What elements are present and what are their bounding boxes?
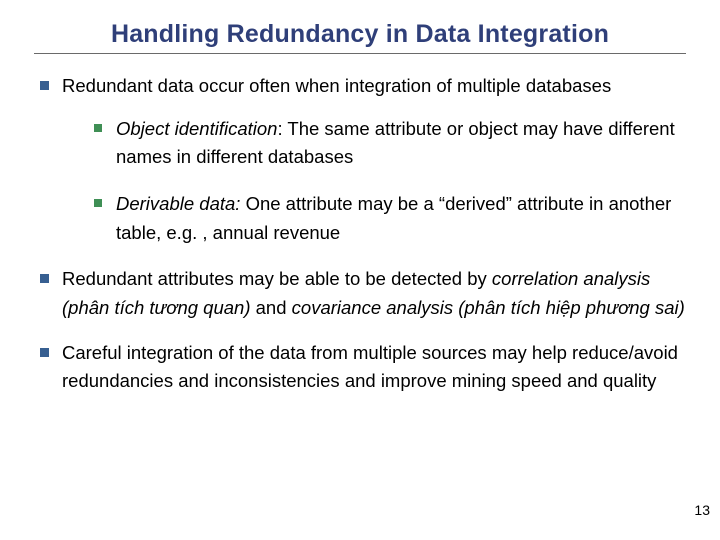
- bullet-list: Redundant data occur often when integrat…: [34, 72, 686, 396]
- sub-item-1: Object identification: The same attribut…: [90, 115, 686, 172]
- bullet-item-3: Careful integration of the data from mul…: [34, 339, 686, 396]
- sub-2-lead: Derivable data:: [116, 193, 240, 214]
- sub-1-lead: Object identification: [116, 118, 277, 139]
- bullet-3-text: Careful integration of the data from mul…: [62, 342, 678, 392]
- slide-title: Handling Redundancy in Data Integration: [34, 20, 686, 49]
- bullet-item-1: Redundant data occur often when integrat…: [34, 72, 686, 247]
- bullet-2-pre: Redundant attributes may be able to be d…: [62, 268, 492, 289]
- bullet-item-2: Redundant attributes may be able to be d…: [34, 265, 686, 322]
- bullet-2-cov: covariance analysis (phân tích hiệp phươ…: [292, 297, 685, 318]
- title-underline: [34, 53, 686, 54]
- bullet-1-text: Redundant data occur often when integrat…: [62, 75, 611, 96]
- sub-list-1: Object identification: The same attribut…: [90, 115, 686, 248]
- sub-item-2: Derivable data: One attribute may be a “…: [90, 190, 686, 247]
- bullet-2-mid: and: [251, 297, 292, 318]
- page-number: 13: [694, 502, 710, 518]
- slide: Handling Redundancy in Data Integration …: [0, 0, 720, 540]
